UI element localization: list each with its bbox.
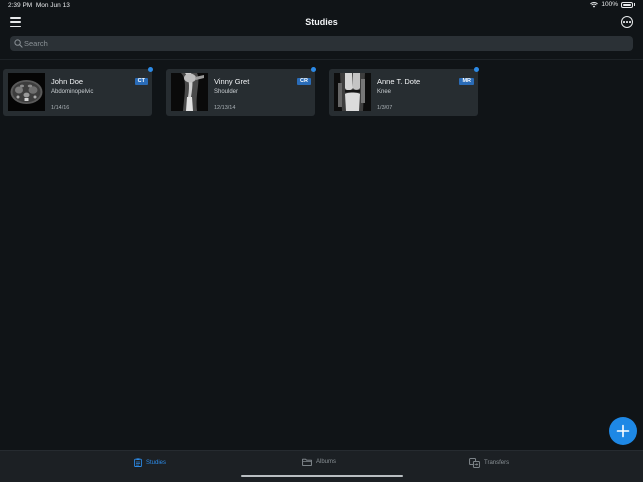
unread-dot	[474, 67, 479, 72]
body-region: Abdominopelvic	[51, 89, 94, 95]
ct-thumbnail	[8, 73, 45, 111]
nav-bar: Studies	[0, 12, 643, 34]
status-bar: 2:39 PM Mon Jun 13 100%	[0, 0, 643, 12]
ellipsis-circle-icon[interactable]	[621, 16, 633, 28]
status-right: 100%	[590, 1, 635, 8]
unread-dot	[311, 67, 316, 72]
battery-tip	[634, 3, 635, 6]
search-input[interactable]	[24, 36, 624, 51]
search-icon	[14, 39, 23, 48]
clipboard-icon	[134, 458, 142, 467]
plus-icon	[616, 424, 630, 438]
transfer-icon	[469, 458, 480, 468]
modality-badge: CT	[134, 78, 148, 85]
folder-icon	[302, 458, 312, 466]
study-card-anne-t-dote[interactable]: Anne T. Dote Knee 1/3/07 MR	[329, 67, 479, 116]
patient-name: Anne T. Dote	[377, 77, 421, 86]
tab-bar: Studies Albums Transfers	[0, 450, 643, 482]
study-card-vinny-gret[interactable]: Vinny Gret Shoulder 12/13/14 CR	[166, 67, 316, 116]
search-bar[interactable]	[10, 36, 633, 51]
wifi-icon	[590, 1, 599, 8]
tab-studies[interactable]: Studies	[134, 458, 166, 467]
tab-albums[interactable]: Albums	[302, 458, 336, 466]
home-indicator[interactable]	[241, 475, 403, 477]
patient-name: John Doe	[51, 77, 84, 86]
status-time: 2:39 PM Mon Jun 13	[8, 2, 70, 9]
battery-percent: 100%	[601, 1, 618, 8]
tab-label: Studies	[146, 459, 167, 466]
modality-badge: MR	[459, 78, 474, 85]
study-card-john-doe[interactable]: John Doe Abdominopelvic 1/14/16 CT	[3, 67, 153, 116]
battery-icon	[621, 1, 633, 8]
body-region: Shoulder	[214, 89, 239, 95]
tab-label: Albums	[316, 459, 337, 465]
study-date: 1/3/07	[377, 105, 393, 111]
page-title: Studies	[305, 17, 338, 27]
tab-transfers[interactable]: Transfers	[469, 458, 509, 468]
tab-label: Transfers	[484, 460, 510, 466]
unread-dot	[148, 67, 153, 72]
xray-thumbnail	[171, 73, 208, 111]
mri-thumbnail	[334, 73, 371, 111]
study-date: 12/13/14	[214, 105, 236, 111]
add-study-button[interactable]	[609, 417, 637, 445]
modality-badge: CR	[297, 78, 311, 85]
body-region: Knee	[377, 89, 392, 95]
study-date: 1/14/16	[51, 105, 70, 111]
header-divider	[0, 59, 643, 60]
patient-name: Vinny Gret	[214, 77, 250, 86]
